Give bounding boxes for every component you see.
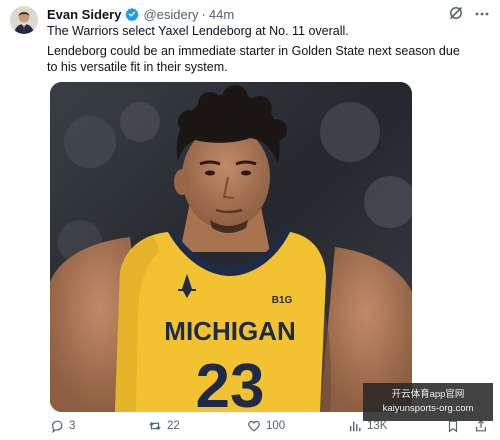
- bookmark-icon: [448, 420, 458, 433]
- share-icon: [476, 419, 486, 432]
- avatar[interactable]: [10, 6, 38, 34]
- tweet-text-line-1: The Warriors select Yaxel Lendeborg at N…: [47, 24, 349, 38]
- reply-button[interactable]: 3: [50, 418, 75, 434]
- repost-icon: [149, 421, 161, 431]
- tweet-card[interactable]: Evan Sidery @esidery · 44m The Warriors …: [0, 0, 500, 440]
- views-icon: [349, 421, 361, 432]
- watermark-overlay: 开云体育app官网 kaiyunsports-org.com: [363, 383, 493, 421]
- conference-logo: B1G: [272, 295, 293, 306]
- repost-count: 22: [167, 420, 180, 432]
- author-display-name[interactable]: Evan Sidery: [47, 7, 121, 22]
- watermark-line-1: 开云体育app官网: [391, 389, 465, 400]
- reply-count: 3: [69, 420, 76, 432]
- tweet-header: Evan Sidery @esidery · 44m: [47, 6, 234, 22]
- author-handle[interactable]: @esidery: [143, 7, 198, 22]
- jersey-text: MICHIGAN: [164, 316, 295, 346]
- more-icon[interactable]: [474, 6, 490, 22]
- reply-icon: [52, 420, 63, 433]
- separator-dot: ·: [201, 6, 206, 22]
- player-photo: MICHIGAN 23 B1G: [50, 82, 412, 412]
- like-button[interactable]: 100: [247, 418, 285, 434]
- avatar-image: [10, 6, 38, 34]
- watermark-line-2: kaiyunsports-org.com: [382, 403, 474, 414]
- tweet-media-image[interactable]: MICHIGAN 23 B1G: [50, 82, 412, 412]
- jersey-number: 23: [196, 352, 265, 412]
- repost-button[interactable]: 22: [148, 418, 180, 434]
- verified-badge-icon: [125, 7, 140, 22]
- like-icon: [248, 420, 260, 432]
- tweet-timestamp[interactable]: 44m: [209, 7, 234, 22]
- tweet-text-line-2: Lendeborg could be an immediate starter …: [47, 44, 460, 74]
- grok-icon[interactable]: [448, 5, 464, 21]
- views-count: 13K: [367, 420, 388, 432]
- like-count: 100: [266, 420, 286, 432]
